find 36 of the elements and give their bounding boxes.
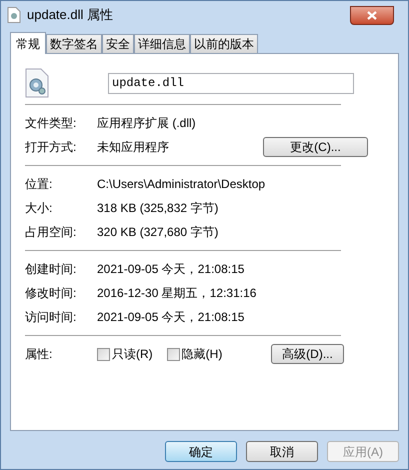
tab[interactable]: 安全 [102,34,134,53]
tab[interactable]: 以前的版本 [190,34,258,53]
field-value: C:\Users\Administrator\Desktop [97,176,266,193]
window-title: update.dll 属性 [27,6,113,24]
change-button[interactable]: 更改(C)... [263,137,368,157]
field-label: 占用空间: [25,224,78,241]
close-icon [367,10,377,20]
dialog-button[interactable]: 取消 [246,441,318,462]
file-name-field[interactable]: update.dll [108,72,354,94]
advanced-button[interactable]: 高级(D)... [271,344,344,364]
field-value: 应用程序扩展 (.dll) [97,115,197,132]
dialog-button[interactable]: 确定 [165,441,237,462]
checkbox[interactable] [97,348,110,360]
tab[interactable]: 常规 [10,32,46,54]
close-button[interactable] [350,6,394,24]
field-label: 创建时间: [25,261,78,278]
field-label: 打开方式: [25,139,78,156]
tab[interactable]: 详细信息 [134,34,190,53]
field-label: 修改时间: [25,285,78,302]
settings-file-icon [25,68,49,98]
field-value: 318 KB (325,832 字节) [97,200,220,217]
field-label: 大小: [25,200,54,217]
checkbox-label: 只读(R) [112,346,153,363]
field-value: 2021-09-05 今天，21:08:15 [97,309,246,326]
checkbox-label: 隐藏(H) [182,346,222,363]
file-icon [7,7,21,23]
field-value: 未知应用程序 [97,139,170,156]
field-value: 2021-09-05 今天，21:08:15 [97,261,246,278]
field-label: 文件类型: [25,115,78,132]
field-label: 位置: [25,176,54,193]
field-label: 访问时间: [25,309,78,326]
field-label: 属性: [25,346,54,363]
checkbox[interactable] [166,348,180,360]
field-value: 2016-12-30 星期五，12:31:16 [97,285,256,302]
tab[interactable]: 数字签名 [46,34,102,53]
field-value: 320 KB (327,680 字节) [97,224,220,241]
